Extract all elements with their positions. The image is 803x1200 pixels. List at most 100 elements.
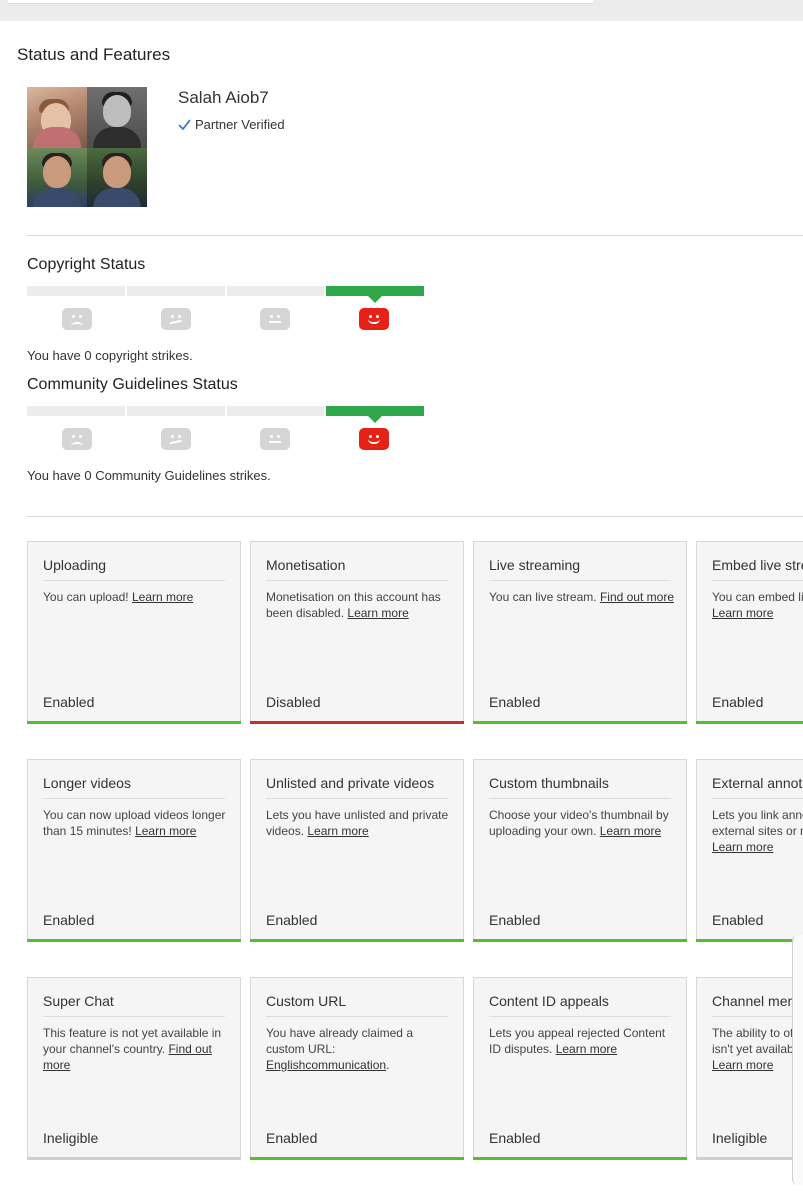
feature-card: Channel memberships The ability to offer … (696, 977, 803, 1160)
feature-status-bar (27, 939, 241, 942)
feature-status-bar (696, 721, 803, 724)
feature-title: External annotations (712, 775, 803, 799)
feature-status: Enabled (489, 1130, 541, 1146)
feature-status: Enabled (43, 912, 95, 928)
divider (27, 516, 803, 517)
community-status-title: Community Guidelines Status (27, 376, 238, 393)
neutral-face-icon (260, 428, 291, 450)
feature-description-text: You can embed live streams. (712, 590, 803, 604)
feature-description-text: You have already claimed a custom URL: (266, 1026, 413, 1056)
feature-title: Custom URL (266, 993, 448, 1017)
avatar-photo-4 (87, 148, 147, 207)
feature-learn-more-link[interactable]: Learn more (307, 824, 368, 838)
feature-learn-more-link[interactable]: Learn more (712, 1058, 773, 1072)
feature-title: Monetisation (266, 557, 448, 581)
meter-segment-active (326, 286, 424, 303)
meter-segment (27, 406, 125, 416)
feature-status-bar (250, 1157, 464, 1160)
feature-learn-more-link[interactable]: Learn more (712, 606, 773, 620)
feature-title: Custom thumbnails (489, 775, 671, 799)
feature-status-bar (473, 1157, 687, 1160)
feature-card: Custom URL You have already claimed a cus… (250, 977, 464, 1160)
feature-learn-more-link[interactable]: Find out more (600, 590, 674, 604)
meh-face-icon (160, 428, 191, 450)
feature-status-bar (473, 939, 687, 942)
feature-status: Enabled (489, 912, 541, 928)
avatar-photo-1 (27, 87, 87, 148)
divider (27, 235, 803, 236)
meter-segment (226, 406, 325, 416)
feature-card: Live streaming You can live stream. Find … (473, 541, 687, 724)
feature-description-text: You can live stream. (489, 590, 600, 604)
copyright-faces (27, 308, 424, 332)
feature-status-bar (250, 939, 464, 942)
verified-label: Partner Verified (195, 117, 285, 132)
meter-segment-active (326, 406, 424, 423)
sad-face-icon (61, 308, 92, 330)
meh-face-icon (160, 308, 191, 330)
feature-title: Live streaming (489, 557, 671, 581)
status-features-panel: Status and Features Salah Aiob7 Partner … (0, 21, 803, 1200)
top-tab (8, 0, 593, 4)
community-strikes-text: You have 0 Community Guidelines strikes. (27, 468, 271, 483)
feature-status-bar (27, 1157, 241, 1160)
checkmark-icon (178, 119, 191, 130)
feature-description: You can live stream. Find out more (489, 589, 674, 605)
feature-description: This feature is not yet available in you… (43, 1025, 228, 1073)
feature-status-bar (473, 721, 687, 724)
feature-learn-more-link[interactable]: Englishcommunication (266, 1058, 386, 1072)
happy-face-icon (359, 308, 390, 330)
feature-title: Unlisted and private videos (266, 775, 448, 799)
feature-status: Enabled (266, 1130, 318, 1146)
neutral-face-icon (260, 308, 291, 330)
scrollbar[interactable] (792, 935, 803, 1185)
feature-status: Enabled (712, 694, 764, 710)
feature-card: Uploading You can upload! Learn more Enabl… (27, 541, 241, 724)
feature-description-suffix: . (386, 1058, 390, 1072)
feature-learn-more-link[interactable]: Learn more (347, 606, 408, 620)
feature-description: You can upload! Learn more (43, 589, 228, 605)
copyright-strikes-text: You have 0 copyright strikes. (27, 348, 193, 363)
feature-learn-more-link[interactable]: Learn more (556, 1042, 617, 1056)
meter-segment (226, 286, 325, 296)
feature-learn-more-link[interactable]: Learn more (712, 840, 773, 854)
feature-card: Content ID appeals Lets you appeal reject… (473, 977, 687, 1160)
feature-description-text: The ability to offer memberships isn't y… (712, 1026, 803, 1056)
feature-status-bar (696, 939, 803, 942)
channel-name: Salah Aiob7 (178, 88, 269, 107)
feature-title: Uploading (43, 557, 225, 581)
meter-segment (126, 286, 225, 296)
avatar[interactable] (27, 87, 147, 207)
feature-status: Ineligible (43, 1130, 99, 1146)
feature-learn-more-link[interactable]: Learn more (135, 824, 196, 838)
feature-description: Choose your video's thumbnail by uploadi… (489, 807, 674, 839)
feature-title: Embed live streams (712, 557, 803, 581)
feature-status: Enabled (43, 694, 95, 710)
top-bar (0, 0, 803, 21)
meter-segment (126, 406, 225, 416)
meter-segment (27, 286, 125, 296)
feature-status: Disabled (266, 694, 321, 710)
feature-learn-more-link[interactable]: Learn more (132, 590, 193, 604)
feature-description: Lets you link annotations to external si… (712, 807, 803, 855)
feature-description: Lets you have unlisted and private video… (266, 807, 451, 839)
feature-status-bar (696, 1157, 803, 1160)
feature-description: The ability to offer memberships isn't y… (712, 1025, 803, 1073)
community-meter (27, 406, 424, 423)
feature-description-text: You can upload! (43, 590, 132, 604)
feature-card: Longer videos You can now upload videos l… (27, 759, 241, 942)
feature-description: Lets you appeal rejected Content ID disp… (489, 1025, 674, 1057)
feature-card: External annotations Lets you link annota… (696, 759, 803, 942)
feature-status: Enabled (712, 912, 764, 928)
feature-title: Content ID appeals (489, 993, 671, 1017)
feature-status: Enabled (266, 912, 318, 928)
feature-learn-more-link[interactable]: Learn more (600, 824, 661, 838)
copyright-status-title: Copyright Status (27, 256, 146, 273)
feature-card: Monetisation Monetisation on this account… (250, 541, 464, 724)
avatar-photo-2 (87, 87, 147, 148)
feature-status-bar (27, 721, 241, 724)
feature-title: Channel memberships (712, 993, 803, 1017)
feature-status: Enabled (489, 694, 541, 710)
page-title: Status and Features (17, 45, 171, 64)
feature-title: Super Chat (43, 993, 225, 1017)
